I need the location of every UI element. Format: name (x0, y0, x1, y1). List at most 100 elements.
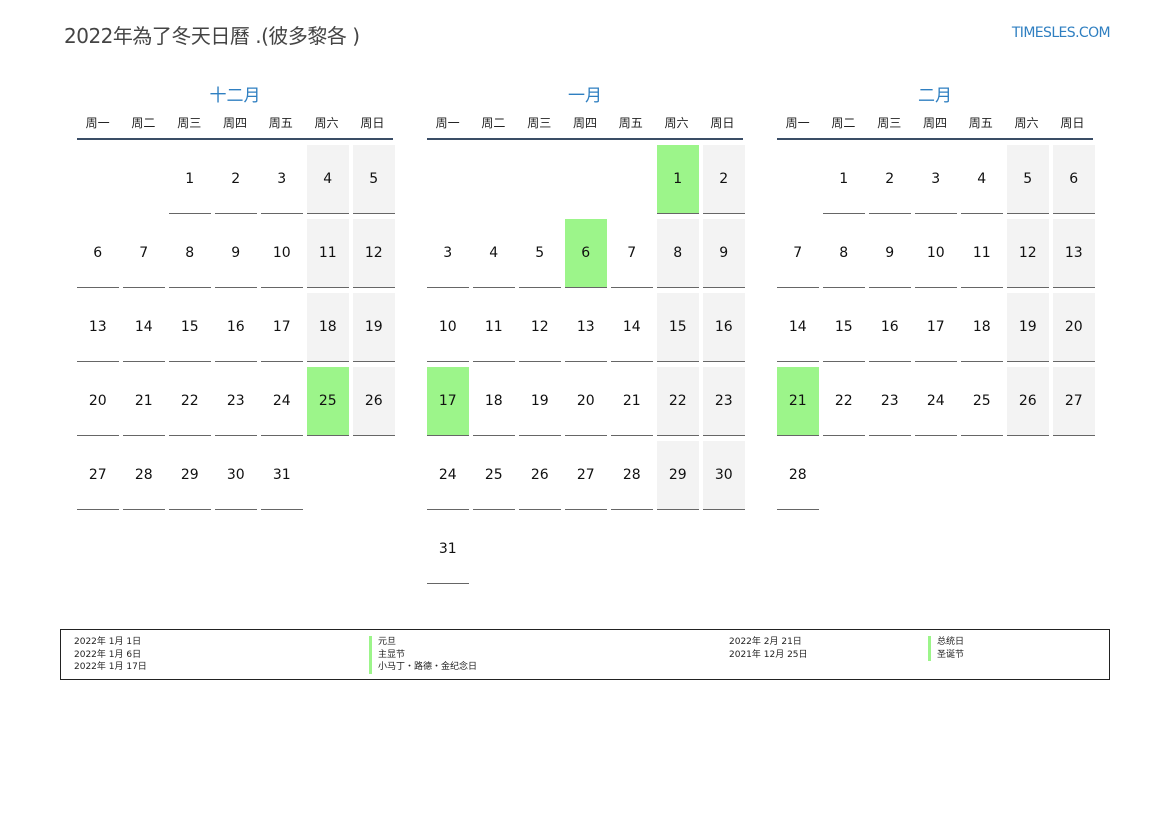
day-cell: 11 (961, 219, 1003, 288)
weekday-label: 周二 (831, 116, 856, 130)
day-cell: 5 (353, 145, 395, 214)
legend-dates-left: 2022年 1月 1日 2022年 1月 6日 2022年 1月 17日 (74, 636, 147, 674)
day-cell: 2 (869, 145, 911, 214)
day-cell: 24 (261, 367, 303, 436)
weekday-label: 周四 (222, 116, 247, 130)
weekday-label: 周一 (435, 116, 460, 130)
day-cell: 27 (77, 441, 119, 510)
day-cell: 18 (961, 293, 1003, 362)
day-cell: 31 (261, 441, 303, 510)
day-cell: 10 (915, 219, 957, 288)
weekday-label: 周三 (177, 116, 202, 130)
day-cell: 20 (1053, 293, 1095, 362)
day-cell: 20 (565, 367, 607, 436)
legend-holiday-name: 圣诞节 (928, 648, 964, 661)
holiday-day-cell: 1 (657, 145, 699, 214)
day-cell: 28 (123, 441, 165, 510)
holiday-day-cell: 17 (427, 367, 469, 436)
day-cell: 16 (703, 293, 745, 362)
day-cell: 8 (823, 219, 865, 288)
weekday-header: 周一 周二 周三 周四 周五 周六 周日 (777, 114, 1093, 140)
day-cell: 26 (519, 441, 561, 510)
day-cell: 29 (657, 441, 699, 510)
month-title: 一月 (568, 86, 602, 106)
legend-holiday-name: 总统日 (928, 636, 964, 649)
day-grid: 1 2 3 4 5 6 7 8 9 10 11 12 13 14 15 16 17 18 19 20 21 22 23 24 2… (777, 145, 1095, 510)
day-cell: 19 (1007, 293, 1049, 362)
day-cell: 12 (353, 219, 395, 288)
day-cell: 2 (215, 145, 257, 214)
empty-cell (427, 145, 469, 213)
weekday-label: 周三 (527, 116, 552, 130)
day-cell: 19 (519, 367, 561, 436)
day-cell: 6 (1053, 145, 1095, 214)
day-cell: 3 (261, 145, 303, 214)
page-title: 2022年為了冬天日曆 .(彼多黎各 ) (64, 24, 360, 48)
day-cell: 30 (703, 441, 745, 510)
weekday-label: 周日 (710, 116, 735, 130)
legend-names-left: 元旦 主显节 小马丁・路德・金纪念日 (369, 636, 477, 674)
day-cell: 19 (353, 293, 395, 362)
day-cell: 4 (961, 145, 1003, 214)
legend-date: 2022年 1月 6日 (74, 649, 142, 660)
day-cell: 11 (473, 293, 515, 362)
legend-holiday-name: 主显节 (369, 648, 477, 661)
day-cell: 3 (915, 145, 957, 214)
month-title: 十二月 (209, 86, 261, 106)
holiday-day-cell: 21 (777, 367, 819, 436)
day-cell: 5 (519, 219, 561, 288)
day-cell: 18 (473, 367, 515, 436)
day-cell: 26 (1007, 367, 1049, 436)
day-cell: 17 (261, 293, 303, 362)
day-cell: 6 (77, 219, 119, 288)
day-cell: 13 (565, 293, 607, 362)
day-cell: 28 (611, 441, 653, 510)
day-cell: 28 (777, 441, 819, 510)
month-january: 一月 周一 周二 周三 周四 周五 周六 周日 1 2 3 4 5 6 7 8 9 10 11 12 1… (427, 84, 745, 584)
day-cell: 11 (307, 219, 349, 288)
day-cell: 15 (657, 293, 699, 362)
day-cell: 22 (169, 367, 211, 436)
weekday-label: 周五 (268, 116, 293, 130)
empty-cell (611, 145, 653, 213)
day-cell: 1 (169, 145, 211, 214)
day-cell: 20 (77, 367, 119, 436)
weekday-header: 周一 周二 周三 周四 周五 周六 周日 (427, 114, 743, 140)
day-cell: 13 (1053, 219, 1095, 288)
day-cell: 10 (427, 293, 469, 362)
day-cell: 7 (123, 219, 165, 288)
holiday-day-cell: 6 (565, 219, 607, 288)
month-december: 十二月 周一 周二 周三 周四 周五 周六 周日 1 2 3 4 5 6 7 8 9 10 11 12… (77, 84, 395, 510)
day-cell: 10 (261, 219, 303, 288)
legend-dates-right: 2022年 2月 21日 2021年 12月 25日 (729, 636, 808, 661)
empty-cell (77, 145, 119, 213)
day-grid: 1 2 3 4 5 6 7 8 9 10 11 12 13 14 15 16 17 18 19 20 21 22 23 24 2… (427, 145, 745, 584)
day-cell: 1 (823, 145, 865, 214)
day-cell: 22 (657, 367, 699, 436)
day-cell: 12 (1007, 219, 1049, 288)
day-cell: 7 (611, 219, 653, 288)
holiday-day-cell: 25 (307, 367, 349, 436)
day-cell: 4 (307, 145, 349, 214)
weekday-header: 周一 周二 周三 周四 周五 周六 周日 (77, 114, 393, 140)
legend-date: 2022年 1月 17日 (74, 662, 147, 672)
legend-date: 2022年 2月 21日 (729, 637, 802, 647)
day-cell: 15 (823, 293, 865, 362)
day-cell: 23 (869, 367, 911, 436)
day-cell: 29 (169, 441, 211, 510)
day-cell: 16 (869, 293, 911, 362)
weekday-label: 周五 (618, 116, 643, 130)
day-cell: 26 (353, 367, 395, 436)
site-link[interactable]: TIMESLES.COM (1012, 25, 1111, 41)
day-cell: 9 (215, 219, 257, 288)
weekday-label: 周六 (664, 116, 689, 130)
day-cell: 21 (123, 367, 165, 436)
month-february: 二月 周一 周二 周三 周四 周五 周六 周日 1 2 3 4 5 6 7 8 9 10 11 12 1… (777, 84, 1095, 510)
day-cell: 17 (915, 293, 957, 362)
day-cell: 30 (215, 441, 257, 510)
day-cell: 15 (169, 293, 211, 362)
day-cell: 24 (915, 367, 957, 436)
day-grid: 1 2 3 4 5 6 7 8 9 10 11 12 13 14 15 16 17 18 19 20 21 22 23 24 2… (77, 145, 395, 510)
day-cell: 12 (519, 293, 561, 362)
day-cell: 25 (961, 367, 1003, 436)
